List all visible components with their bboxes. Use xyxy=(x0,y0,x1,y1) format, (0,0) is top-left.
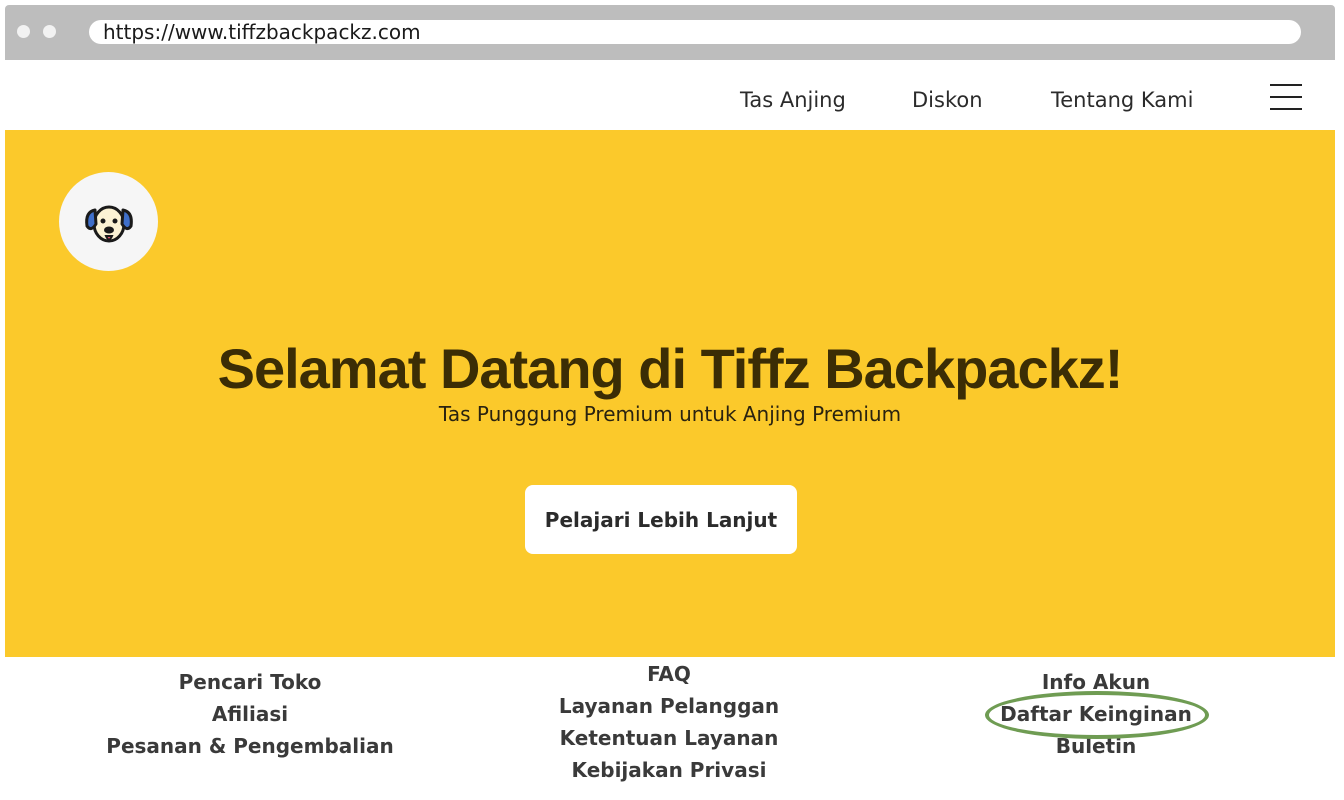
site-navigation: Tas Anjing Diskon Tentang Kami xyxy=(5,60,1335,130)
nav-link-tentang-kami[interactable]: Tentang Kami xyxy=(1051,88,1193,112)
footer-link-affiliates[interactable]: Afiliasi xyxy=(100,698,400,730)
site-logo[interactable] xyxy=(59,172,158,271)
footer-link-wishlist[interactable]: Daftar Keinginan xyxy=(946,698,1246,730)
footer-link-orders-returns[interactable]: Pesanan & Pengembalian xyxy=(100,730,400,762)
nav-link-tas-anjing[interactable]: Tas Anjing xyxy=(740,88,846,112)
hero-title: Selamat Datang di Tiffz Backpackz! xyxy=(217,337,1124,400)
dog-face-icon xyxy=(85,205,133,243)
footer-link-customer-service[interactable]: Layanan Pelanggan xyxy=(519,690,819,722)
footer-link-terms-of-service[interactable]: Ketentuan Layanan xyxy=(519,722,819,754)
footer-link-newsletter[interactable]: Buletin xyxy=(946,730,1246,762)
learn-more-button[interactable]: Pelajari Lebih Lanjut xyxy=(525,485,797,554)
browser-toolbar: https://www.tiffzbackpackz.com xyxy=(5,5,1335,60)
footer-link-store-locator[interactable]: Pencari Toko xyxy=(100,666,400,698)
window-control-dot[interactable] xyxy=(17,25,30,38)
window-control-dot[interactable] xyxy=(43,25,56,38)
footer-column-1: Pencari Toko Afiliasi Pesanan & Pengemba… xyxy=(100,666,400,762)
footer-link-account-info[interactable]: Info Akun xyxy=(946,666,1246,698)
hamburger-menu-icon[interactable] xyxy=(1270,82,1304,112)
footer-column-3: Info Akun Daftar Keinginan Buletin xyxy=(946,666,1246,762)
hero-banner: Selamat Datang di Tiffz Backpackz! Tas P… xyxy=(5,130,1335,657)
nav-link-diskon[interactable]: Diskon xyxy=(912,88,983,112)
footer-link-faq[interactable]: FAQ xyxy=(519,658,819,690)
address-bar[interactable]: https://www.tiffzbackpackz.com xyxy=(89,20,1301,44)
hero-subtitle: Tas Punggung Premium untuk Anjing Premiu… xyxy=(438,402,902,426)
footer-link-privacy-policy[interactable]: Kebijakan Privasi xyxy=(519,754,819,786)
footer-column-2: FAQ Layanan Pelanggan Ketentuan Layanan … xyxy=(519,658,819,786)
